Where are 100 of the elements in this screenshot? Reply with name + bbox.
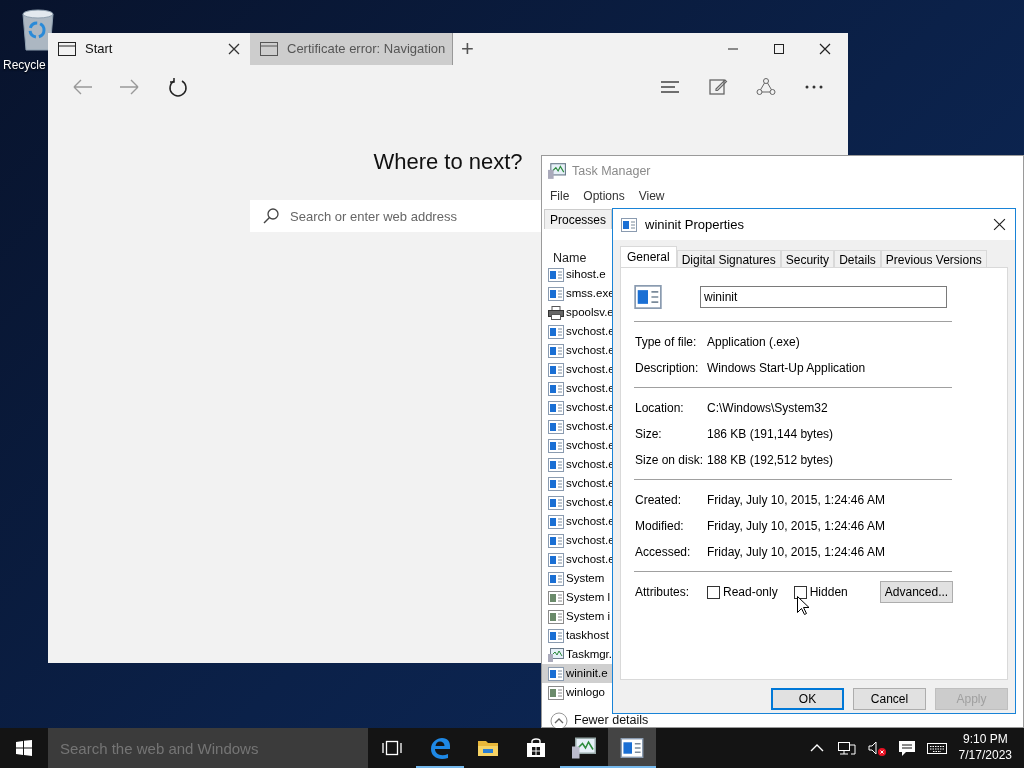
menu-item[interactable]: View	[638, 187, 665, 205]
field-label: Modified:	[634, 518, 685, 535]
share-icon[interactable]	[756, 77, 776, 97]
windows-logo-icon[interactable]	[16, 740, 32, 756]
application-icon	[548, 381, 564, 396]
process-name: svchost.e	[566, 361, 615, 377]
monitor-graph-icon	[548, 647, 564, 662]
process-name: spoolsv.e	[566, 304, 614, 320]
process-row[interactable]: winlogo	[542, 683, 612, 702]
close-icon[interactable]	[819, 43, 831, 55]
process-row[interactable]: svchost.e	[542, 398, 612, 417]
maximize-icon[interactable]	[773, 43, 785, 55]
process-name: System l	[566, 589, 611, 605]
field-value: 188 KB (192,512 bytes)	[707, 452, 834, 469]
checkbox-label: Read-only	[723, 584, 778, 601]
process-row[interactable]: svchost.e	[542, 550, 612, 569]
search-icon	[263, 208, 279, 224]
application-icon	[634, 285, 662, 309]
application-icon	[548, 457, 564, 472]
checkbox[interactable]	[793, 585, 807, 599]
process-name: sihost.e	[566, 266, 606, 282]
process-row[interactable]: sihost.e	[542, 265, 612, 284]
process-name: svchost.e	[566, 437, 615, 453]
field-label: Accessed:	[634, 544, 692, 561]
process-row[interactable]: svchost.e	[542, 379, 612, 398]
monitor-graph-icon[interactable]	[572, 737, 596, 759]
refresh-icon[interactable]	[168, 77, 188, 97]
field-label: Description:	[634, 360, 700, 377]
browser-tab[interactable]: Certificate error: Navigation	[250, 33, 452, 65]
application-icon	[548, 666, 564, 681]
process-row[interactable]: svchost.e	[542, 455, 612, 474]
forward-arrow-icon[interactable]	[120, 77, 140, 97]
close-icon[interactable]	[992, 218, 1006, 231]
process-name: svchost.e	[566, 551, 615, 567]
process-name: System	[566, 570, 605, 586]
tab[interactable]: Processes	[544, 209, 613, 229]
process-row[interactable]: svchost.e	[542, 512, 612, 531]
menu-item[interactable]: Options	[583, 187, 625, 205]
shopping-bag-icon[interactable]	[526, 738, 546, 758]
process-name: wininit.e	[566, 665, 608, 681]
taskbar-app-button[interactable]	[608, 728, 656, 768]
browser-logo-icon[interactable]	[429, 737, 451, 759]
process-row[interactable]: svchost.e	[542, 341, 612, 360]
page-heading: Where to next?	[373, 148, 523, 176]
process-row[interactable]: svchost.e	[542, 360, 612, 379]
menu-item[interactable]: File	[550, 187, 570, 205]
dialog-button[interactable]: Cancel	[853, 688, 926, 710]
field-value: Windows Start-Up Application	[707, 360, 866, 377]
process-name: svchost.e	[566, 475, 615, 491]
process-name: svchost.e	[566, 342, 615, 358]
process-row[interactable]: spoolsv.e	[542, 303, 612, 322]
fewer-details-link[interactable]: Fewer details	[574, 711, 649, 728]
process-row[interactable]: svchost.e	[542, 322, 612, 341]
application-icon	[548, 286, 564, 301]
process-name: svchost.e	[566, 323, 615, 339]
tab[interactable]: Security	[780, 250, 835, 267]
field-value: Friday, July 10, 2015, 1:24:46 AM	[707, 544, 885, 561]
taskbar-search-field[interactable]: Search the web and Windows	[48, 728, 368, 768]
process-row[interactable]: System l	[542, 588, 612, 607]
clock-date: 7/17/2023	[958, 748, 1012, 764]
process-row[interactable]: svchost.e	[542, 531, 612, 550]
process-row[interactable]: System	[542, 569, 612, 588]
checkbox[interactable]	[707, 585, 720, 599]
field-value: C:\Windows\System32	[707, 400, 828, 417]
application-icon	[548, 571, 564, 586]
address-search-field[interactable]: Search or enter web address	[250, 200, 542, 232]
process-name: svchost.e	[566, 418, 615, 434]
process-row[interactable]: svchost.e	[542, 474, 612, 493]
application-icon	[548, 552, 564, 567]
checkbox-label: Hidden	[809, 584, 848, 601]
tab[interactable]: General	[620, 246, 677, 267]
close-icon[interactable]	[228, 43, 240, 55]
field-value: Friday, July 10, 2015, 1:24:46 AM	[707, 492, 885, 509]
process-name: svchost.e	[566, 456, 615, 472]
application-icon	[548, 495, 564, 510]
process-row[interactable]: smss.exe	[542, 284, 612, 303]
tab[interactable]: Previous Versions	[880, 250, 987, 267]
process-row[interactable]: wininit.e	[542, 664, 612, 683]
process-row[interactable]: taskhost	[542, 626, 612, 645]
window-title: wininit Properties	[645, 215, 744, 234]
process-row[interactable]: svchost.e	[542, 417, 612, 436]
tab[interactable]: Digital Signatures	[676, 250, 781, 267]
note-pen-icon[interactable]	[708, 77, 728, 97]
tab[interactable]: Details	[834, 250, 881, 267]
back-arrow-icon[interactable]	[72, 77, 92, 97]
folder-icon[interactable]	[477, 738, 499, 758]
field-value: Application (.exe)	[707, 334, 800, 351]
notification-icon[interactable]	[896, 738, 917, 758]
process-name: svchost.e	[566, 399, 615, 415]
dialog-button[interactable]: OK	[771, 688, 844, 710]
advanced-button[interactable]: Advanced...	[880, 581, 953, 603]
process-row[interactable]: svchost.e	[542, 493, 612, 512]
process-row[interactable]: Taskmgr.	[542, 645, 612, 664]
process-name: Taskmgr.	[566, 646, 612, 662]
task-view-icon[interactable]	[382, 740, 402, 756]
process-row[interactable]: System i	[542, 607, 612, 626]
name-field[interactable]: wininit	[700, 286, 947, 308]
process-row[interactable]: svchost.e	[542, 436, 612, 455]
field-label: Type of file:	[634, 334, 698, 351]
application-icon[interactable]	[620, 738, 644, 758]
